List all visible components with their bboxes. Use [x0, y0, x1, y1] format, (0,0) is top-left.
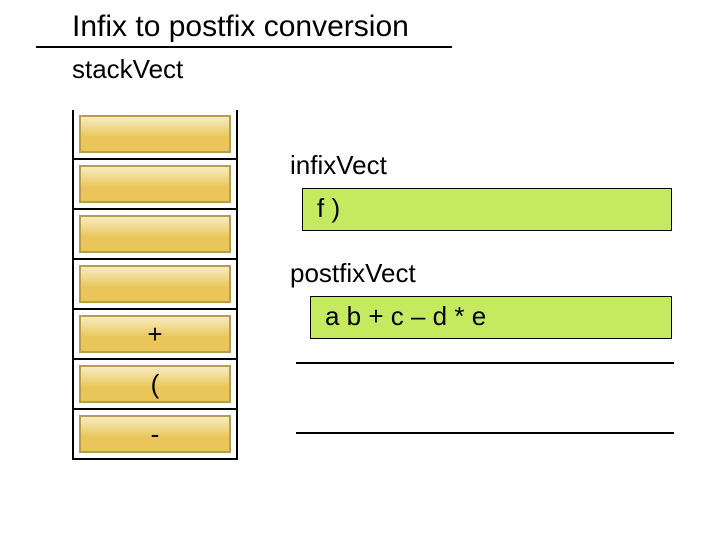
divider-line	[296, 432, 674, 434]
stack-value: (	[79, 365, 231, 403]
infix-label: infixVect	[290, 150, 387, 181]
stack-value	[79, 165, 231, 203]
stack-value	[79, 215, 231, 253]
stack-cell	[74, 158, 236, 208]
stack-value	[79, 115, 231, 153]
stack-cell: (	[74, 358, 236, 408]
stack-cell	[74, 258, 236, 308]
infix-vector: f )	[302, 188, 672, 231]
stack-cell: -	[74, 408, 236, 458]
divider-line	[296, 362, 674, 364]
stack-cell	[74, 110, 236, 158]
stack-value: +	[79, 315, 231, 353]
stack-value	[79, 265, 231, 303]
stack-cell: +	[74, 308, 236, 358]
stack-container: + ( -	[72, 110, 238, 460]
postfix-label: postfixVect	[290, 258, 416, 289]
stack-value: -	[79, 415, 231, 453]
postfix-vector: a b + c – d * e	[310, 296, 672, 339]
stack-cell	[74, 208, 236, 258]
slide-title: Infix to postfix conversion	[36, 0, 452, 48]
stack-label: stackVect	[0, 48, 720, 85]
